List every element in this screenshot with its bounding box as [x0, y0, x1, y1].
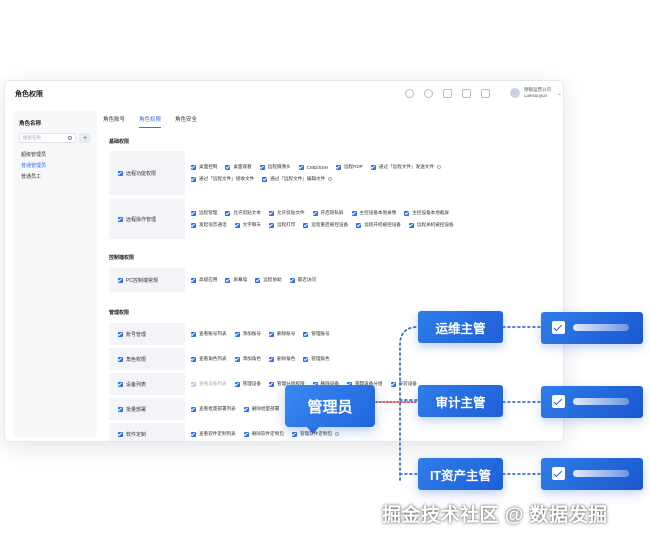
connector-line	[399, 326, 419, 481]
role-pill-it-asset: IT资产主管	[418, 458, 503, 490]
admin-bubble: 管理员	[285, 385, 375, 434]
check-icon	[552, 395, 565, 408]
check-icon	[552, 321, 565, 334]
permission-card	[541, 458, 643, 490]
check-icon	[552, 467, 565, 480]
watermark: 掘金技术社区 @ 数据发掘	[382, 505, 608, 526]
role-pill-ops: 运维主管	[418, 311, 503, 343]
permission-card	[541, 386, 643, 418]
role-pill-audit: 审计主管	[418, 385, 503, 417]
permission-card	[541, 312, 643, 344]
